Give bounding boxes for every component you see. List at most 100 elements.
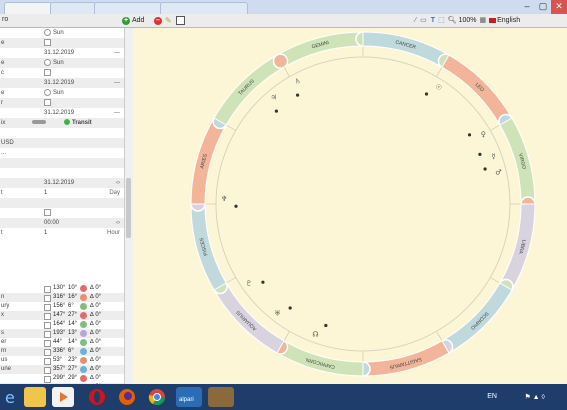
select-icon[interactable]: ⬚	[438, 15, 445, 26]
planet-checkbox-icon[interactable]	[44, 331, 51, 338]
planet-row[interactable]: s 193° 13° ∆ 0°	[0, 329, 124, 338]
row-control[interactable]: ‹›	[116, 178, 120, 188]
grid-icon[interactable]: ▦	[480, 15, 487, 26]
radio-icon[interactable]	[44, 58, 51, 66]
planet-row[interactable]: us 53° 23° ∆ 0°	[0, 356, 124, 365]
setting-row[interactable]: 00:00 ‹›	[0, 218, 124, 228]
setting-value[interactable]	[44, 98, 53, 108]
panel-scrollbar[interactable]	[124, 28, 133, 384]
edit-button[interactable]: ✎	[165, 15, 172, 26]
browser-tab[interactable]	[4, 2, 52, 14]
planet-checkbox-icon[interactable]	[44, 304, 51, 311]
setting-row[interactable]: t 1 Hour	[0, 228, 124, 238]
firefox-icon[interactable]	[116, 387, 138, 407]
row-control[interactable]: —	[114, 108, 120, 118]
opera-icon[interactable]	[86, 387, 108, 407]
browser-tab[interactable]	[50, 2, 96, 14]
language-select[interactable]: English	[497, 15, 520, 26]
setting-row[interactable]: 31.12.2019 —	[0, 108, 124, 118]
row-control[interactable]: ‹›	[116, 218, 120, 228]
setting-row[interactable]: USD	[0, 138, 124, 148]
setting-row[interactable]: e	[0, 38, 124, 48]
zoom-value[interactable]: 100%	[459, 15, 477, 26]
checkbox-icon[interactable]	[44, 68, 51, 76]
checkbox-icon[interactable]	[44, 98, 51, 106]
remove-button[interactable]: –	[154, 15, 162, 26]
setting-value[interactable]: 00:00	[44, 218, 59, 228]
radio-icon[interactable]	[44, 28, 51, 36]
planet-row[interactable]: 130° 10° ∆ 0°	[0, 284, 124, 293]
setting-row[interactable]	[0, 128, 124, 138]
setting-row[interactable]: 31.12.2019 —	[0, 78, 124, 88]
keyboard-language[interactable]: EN	[487, 393, 497, 400]
toggle-switch[interactable]	[32, 120, 46, 124]
setting-row[interactable]: c	[0, 68, 124, 78]
row-control[interactable]: —	[114, 48, 120, 58]
setting-value[interactable]: Transit	[32, 118, 92, 128]
alpari-icon[interactable]: alpari	[176, 387, 202, 407]
planet-checkbox-icon[interactable]	[44, 295, 51, 302]
setting-row[interactable]: Sun	[0, 28, 124, 38]
setting-row[interactable]	[0, 158, 124, 168]
shape-icon[interactable]: ▭	[420, 15, 427, 26]
setting-row[interactable]: e Sun	[0, 58, 124, 68]
setting-value[interactable]: Sun	[44, 88, 64, 98]
setting-value[interactable]	[44, 68, 53, 78]
browser-tab[interactable]	[160, 2, 248, 14]
planet-row[interactable]: une 357° 27° ∆ 0°	[0, 365, 124, 374]
setting-value[interactable]: 31.12.2019	[44, 78, 74, 88]
setting-value[interactable]: Sun	[44, 58, 64, 68]
planet-row[interactable]: x 147° 27° ∆ 0°	[0, 311, 124, 320]
setting-value[interactable]: 31.12.2019	[44, 108, 74, 118]
row-control[interactable]: Hour	[107, 228, 120, 238]
planet-checkbox-icon[interactable]	[44, 376, 51, 383]
planet-checkbox-icon[interactable]	[44, 286, 51, 293]
planet-checkbox-icon[interactable]	[44, 322, 51, 329]
save-button[interactable]	[176, 15, 185, 26]
setting-row[interactable]	[0, 168, 124, 178]
planet-checkbox-icon[interactable]	[44, 313, 51, 320]
setting-value[interactable]: 31.12.2019	[44, 178, 74, 188]
zodiac-chart-area[interactable]: GEMINI CANCER LEO VIRGO LIBRA SCORPIO SAGITTAR…	[133, 28, 567, 384]
maximize-button[interactable]: ▢	[535, 0, 551, 14]
planet-row[interactable]: ury 156° 6° ∆ 0°	[0, 302, 124, 311]
planet-checkbox-icon[interactable]	[44, 340, 51, 347]
planet-row[interactable]: er 44° 14° ∆ 0°	[0, 338, 124, 347]
setting-value[interactable]: Sun	[44, 28, 64, 38]
minimize-button[interactable]: –	[519, 0, 535, 14]
setting-value[interactable]: 1	[44, 188, 47, 198]
browser-tab[interactable]	[94, 2, 162, 14]
setting-value[interactable]: 31.12.2019	[44, 48, 74, 58]
row-control[interactable]: —	[114, 78, 120, 88]
checkbox-icon[interactable]	[44, 208, 51, 216]
close-button[interactable]: ✕	[551, 0, 567, 14]
setting-row[interactable]: ...	[0, 148, 124, 158]
media-player-icon[interactable]	[52, 387, 74, 407]
planet-row[interactable]: n 316° 16° ∆ 0°	[0, 293, 124, 302]
radio-icon[interactable]	[44, 88, 51, 96]
tray-icons[interactable]: ⚑ ▲ ◊	[524, 393, 545, 401]
search-icon[interactable]: 🔍︎	[448, 15, 457, 26]
setting-value[interactable]	[44, 38, 53, 48]
setting-row[interactable]: r	[0, 98, 124, 108]
scrollbar-thumb[interactable]	[126, 178, 131, 238]
planet-checkbox-icon[interactable]	[44, 349, 51, 356]
setting-row[interactable]: ix Transit	[0, 118, 124, 128]
setting-row[interactable]	[0, 198, 124, 208]
setting-row[interactable]: 31.12.2019 ‹›	[0, 178, 124, 188]
setting-row[interactable]: t 1 Day	[0, 188, 124, 198]
setting-row[interactable]	[0, 208, 124, 218]
planet-checkbox-icon[interactable]	[44, 358, 51, 365]
planet-checkbox-icon[interactable]	[44, 367, 51, 374]
text-icon[interactable]: T	[431, 15, 435, 26]
add-button[interactable]: + Add	[122, 15, 144, 26]
setting-row[interactable]: 31.12.2019 —	[0, 48, 124, 58]
planet-row[interactable]: 164° 14° ∆ 0°	[0, 320, 124, 329]
setting-value[interactable]	[44, 208, 53, 218]
explorer-icon[interactable]	[24, 387, 46, 407]
planet-row[interactable]: rn 336° 6° ∆ 0°	[0, 347, 124, 356]
line-icon[interactable]: ⁄	[415, 15, 416, 26]
setting-value[interactable]: 1	[44, 228, 47, 238]
planet-row[interactable]: 299° 29° ∆ 0°	[0, 374, 124, 383]
chrome-icon[interactable]	[146, 387, 168, 407]
